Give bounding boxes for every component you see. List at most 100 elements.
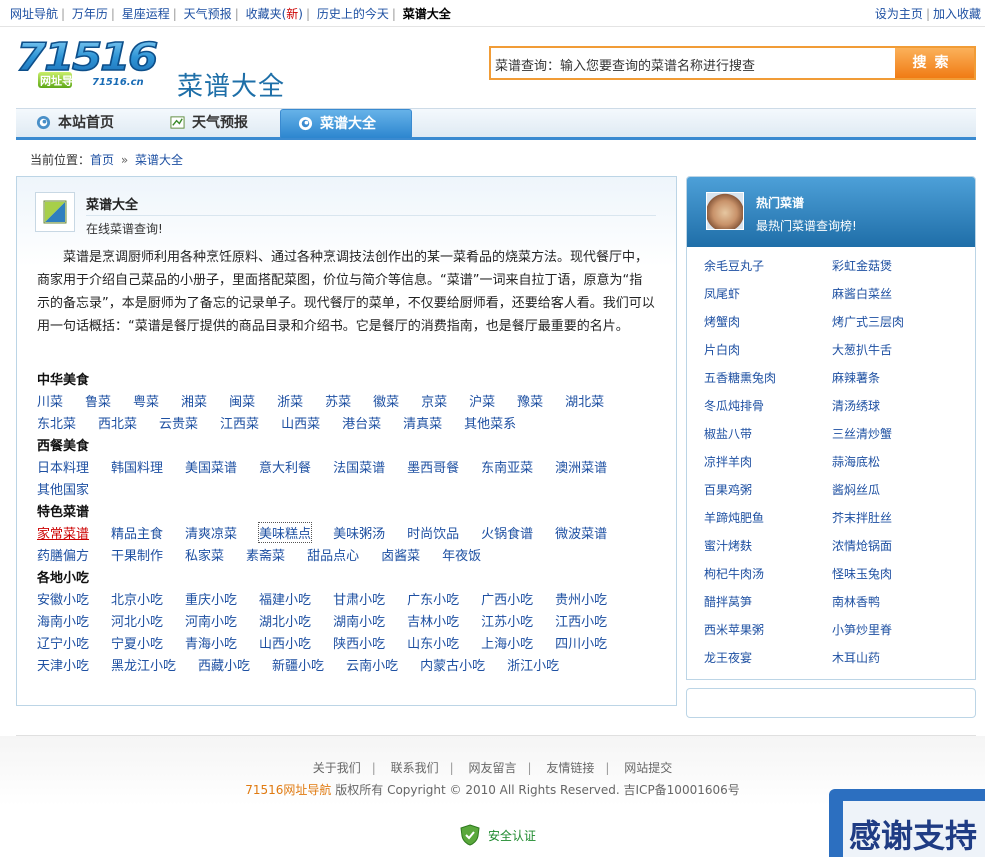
category-link[interactable]: 韩国料理	[111, 457, 163, 476]
category-link[interactable]: 日本料理	[37, 457, 89, 476]
category-link[interactable]: 微波菜谱	[555, 523, 607, 542]
breadcrumb-current[interactable]: 菜谱大全	[135, 153, 183, 167]
category-link[interactable]: 北京小吃	[111, 589, 163, 608]
hot-recipe-link[interactable]: 芥末拌肚丝	[832, 509, 892, 526]
tab-recipes[interactable]: 菜谱大全	[280, 109, 412, 138]
hot-recipe-link[interactable]: 百果鸡粥	[704, 481, 752, 498]
category-link[interactable]: 福建小吃	[259, 589, 311, 608]
category-link[interactable]: 其他国家	[37, 479, 89, 498]
category-link[interactable]: 药膳偏方	[37, 545, 89, 564]
hot-recipe-link[interactable]: 烤蟹肉	[704, 313, 740, 330]
category-link[interactable]: 吉林小吃	[407, 611, 459, 630]
hot-recipe-link[interactable]: 怪味玉兔肉	[832, 565, 892, 582]
hot-recipe-link[interactable]: 醋拌莴笋	[704, 593, 752, 610]
footer-brand[interactable]: 71516网址导航	[245, 783, 331, 797]
site-logo[interactable]: 71516 网址导航 71516.cn	[14, 34, 161, 90]
topnav-link-favorites[interactable]: 收藏夹(新)	[246, 7, 303, 21]
hot-recipe-link[interactable]: 南林香鸭	[832, 593, 880, 610]
search-button[interactable]: 搜索	[895, 48, 974, 78]
category-link[interactable]: 川菜	[37, 391, 63, 410]
category-link[interactable]: 天津小吃	[37, 655, 89, 674]
category-link[interactable]: 法国菜谱	[333, 457, 385, 476]
category-link[interactable]: 内蒙古小吃	[420, 655, 485, 674]
hot-recipe-link[interactable]: 余毛豆丸子	[704, 257, 764, 274]
hot-recipe-link[interactable]: 椒盐八带	[704, 425, 752, 442]
hot-recipe-link[interactable]: 三丝清炒蟹	[832, 425, 892, 442]
category-link[interactable]: 湖南小吃	[333, 611, 385, 630]
category-link[interactable]: 安徽小吃	[37, 589, 89, 608]
category-link[interactable]: 青海小吃	[185, 633, 237, 652]
category-link[interactable]: 江西菜	[220, 413, 259, 432]
hot-recipe-link[interactable]: 蒜海底松	[832, 453, 880, 470]
hot-recipe-link[interactable]: 西米苹果粥	[704, 621, 764, 638]
hot-recipe-link[interactable]: 酱焖丝瓜	[832, 481, 880, 498]
hot-recipe-link[interactable]: 龙王夜宴	[704, 649, 752, 666]
category-link[interactable]: 甘肃小吃	[333, 589, 385, 608]
security-badge[interactable]: 安全认证	[458, 823, 536, 847]
category-link[interactable]: 山西菜	[281, 413, 320, 432]
add-favorite-link[interactable]: 加入收藏	[933, 7, 981, 21]
category-link[interactable]: 徽菜	[373, 391, 399, 410]
category-link[interactable]: 宁夏小吃	[111, 633, 163, 652]
hot-recipe-link[interactable]: 凤尾虾	[704, 285, 740, 302]
category-link[interactable]: 云南小吃	[346, 655, 398, 674]
hot-recipe-link[interactable]: 枸杞牛肉汤	[704, 565, 764, 582]
category-link[interactable]: 其他菜系	[464, 413, 516, 432]
category-link[interactable]: 新疆小吃	[272, 655, 324, 674]
category-link[interactable]: 甜品点心	[307, 545, 359, 564]
footer-link-friends[interactable]: 友情链接	[546, 761, 594, 775]
category-link[interactable]: 意大利餐	[259, 457, 311, 476]
category-link[interactable]: 澳洲菜谱	[555, 457, 607, 476]
tab-home[interactable]: 本站首页	[36, 109, 114, 138]
category-link[interactable]: 私家菜	[185, 545, 224, 564]
category-link[interactable]: 鲁菜	[85, 391, 111, 410]
category-link[interactable]: 墨西哥餐	[407, 457, 459, 476]
category-link[interactable]: 京菜	[421, 391, 447, 410]
hot-recipe-link[interactable]: 烤广式三层肉	[832, 313, 904, 330]
category-link[interactable]: 海南小吃	[37, 611, 89, 630]
category-link[interactable]: 河南小吃	[185, 611, 237, 630]
topnav-link-horoscope[interactable]: 星座运程	[122, 7, 170, 21]
category-link[interactable]: 广东小吃	[407, 589, 459, 608]
category-link[interactable]: 江苏小吃	[481, 611, 533, 630]
hot-recipe-link[interactable]: 麻酱白菜丝	[832, 285, 892, 302]
category-link[interactable]: 西藏小吃	[198, 655, 250, 674]
hot-recipe-link[interactable]: 浓情炝锅面	[832, 537, 892, 554]
category-link[interactable]: 精品主食	[111, 523, 163, 542]
category-link[interactable]: 黑龙江小吃	[111, 655, 176, 674]
category-link[interactable]: 美国菜谱	[185, 457, 237, 476]
category-link[interactable]: 湖北小吃	[259, 611, 311, 630]
category-link[interactable]: 浙菜	[277, 391, 303, 410]
category-link[interactable]: 山东小吃	[407, 633, 459, 652]
category-link[interactable]: 湘菜	[181, 391, 207, 410]
category-link[interactable]: 西北菜	[98, 413, 137, 432]
hot-recipe-link[interactable]: 清汤绣球	[832, 397, 880, 414]
category-link[interactable]: 江西小吃	[555, 611, 607, 630]
category-link[interactable]: 清真菜	[403, 413, 442, 432]
category-link[interactable]: 年夜饭	[442, 545, 481, 564]
hot-recipe-link[interactable]: 片白肉	[704, 341, 740, 358]
hot-recipe-link[interactable]: 凉拌羊肉	[704, 453, 752, 470]
category-link[interactable]: 干果制作	[111, 545, 163, 564]
category-link[interactable]: 东南亚菜	[481, 457, 533, 476]
category-link[interactable]: 重庆小吃	[185, 589, 237, 608]
hot-recipe-link[interactable]: 小笋炒里脊	[832, 621, 892, 638]
category-link[interactable]: 美味糕点	[258, 522, 313, 543]
breadcrumb-home[interactable]: 首页	[90, 153, 114, 167]
category-link[interactable]: 家常菜谱	[37, 523, 89, 542]
topnav-current[interactable]: 菜谱大全	[403, 7, 451, 21]
hot-recipe-link[interactable]: 五香糖熏兔肉	[704, 369, 776, 386]
footer-link-guestbook[interactable]: 网友留言	[468, 761, 516, 775]
category-link[interactable]: 粤菜	[133, 391, 159, 410]
category-link[interactable]: 浙江小吃	[507, 655, 559, 674]
category-link[interactable]: 卤酱菜	[381, 545, 420, 564]
thanks-banner[interactable]: 感谢支持	[829, 789, 985, 857]
footer-link-submit[interactable]: 网站提交	[624, 761, 672, 775]
hot-recipe-link[interactable]: 蜜汁烤麸	[704, 537, 752, 554]
category-link[interactable]: 辽宁小吃	[37, 633, 89, 652]
category-link[interactable]: 豫菜	[517, 391, 543, 410]
category-link[interactable]: 河北小吃	[111, 611, 163, 630]
hot-recipe-link[interactable]: 羊蹄炖肥鱼	[704, 509, 764, 526]
hot-recipe-link[interactable]: 木耳山药	[832, 649, 880, 666]
search-input[interactable]	[495, 52, 887, 76]
